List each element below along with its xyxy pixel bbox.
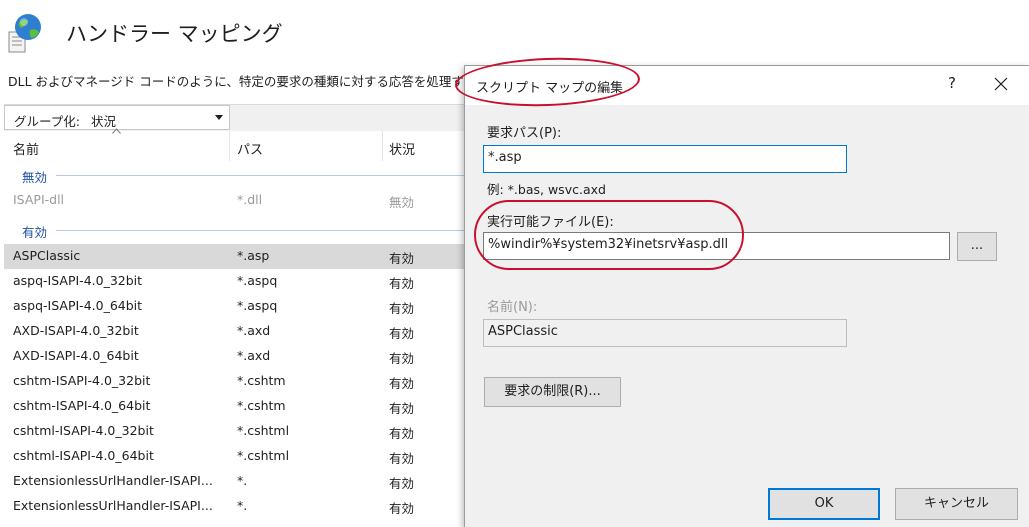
table-row[interactable]: aspq-ISAPI-4.0_32bit *.aspq 有効	[4, 269, 465, 294]
dialog-body: 要求パス(P): *.asp 例: *.bas, wsvc.axd 実行可能ファ…	[465, 105, 1029, 527]
cell-path: *.cshtm	[237, 398, 286, 413]
cell-path: *.aspq	[237, 273, 278, 288]
cell-path: *.asp	[237, 248, 270, 263]
cell-path: *.cshtml	[237, 423, 290, 438]
table-row[interactable]: cshtml-ISAPI-4.0_64bit *.cshtml 有効	[4, 444, 465, 469]
group-divider	[56, 175, 465, 176]
cell-path: *.cshtm	[237, 373, 286, 388]
cell-path: *.aspq	[237, 298, 278, 313]
cell-status: 有効	[389, 251, 415, 266]
cell-path: *.	[237, 473, 248, 488]
edit-script-map-dialog: スクリプト マップの編集 ? 要求パス(P): *.asp 例: *.bas, …	[464, 65, 1029, 527]
cell-path: *.axd	[237, 348, 271, 363]
cell-status: 有効	[389, 451, 415, 466]
table-row[interactable]: cshtm-ISAPI-4.0_64bit *.cshtm 有効	[4, 394, 465, 419]
request-restrictions-button[interactable]: 要求の制限(R)...	[484, 377, 621, 407]
handler-mappings-icon	[8, 14, 41, 53]
group-by-dropdown[interactable]: グループ化: 状況	[4, 105, 230, 130]
table-row[interactable]: ASPClassic *.asp 有効	[4, 244, 465, 269]
cell-name: cshtm-ISAPI-4.0_64bit	[13, 398, 151, 413]
cell-path: *.axd	[237, 323, 271, 338]
column-header-path[interactable]: パス	[230, 131, 382, 165]
ok-button[interactable]: OK	[768, 488, 880, 520]
cell-path: *.cshtml	[237, 448, 290, 463]
cell-status: 有効	[389, 351, 415, 366]
group-header-enabled[interactable]: 有効	[4, 219, 465, 241]
executable-input[interactable]: %windir%¥system32¥inetsrv¥asp.dll	[483, 232, 950, 260]
table-row[interactable]: AXD-ISAPI-4.0_64bit *.axd 有効	[4, 344, 465, 369]
help-button[interactable]: ?	[943, 74, 961, 92]
page-header: ハンドラー マッピング	[0, 0, 1029, 66]
close-icon[interactable]	[991, 74, 1011, 94]
cell-status: 有効	[389, 501, 415, 516]
cell-status: 有効	[389, 426, 415, 441]
group-header-disabled[interactable]: 無効	[4, 164, 465, 186]
column-header-status[interactable]: 状況	[383, 131, 465, 165]
page-title: ハンドラー マッピング	[66, 22, 283, 46]
cell-name: aspq-ISAPI-4.0_32bit	[13, 273, 143, 288]
table-row[interactable]: aspq-ISAPI-4.0_64bit *.aspq 有効	[4, 294, 465, 319]
cell-name: cshtm-ISAPI-4.0_32bit	[13, 373, 151, 388]
dialog-title: スクリプト マップの編集	[476, 81, 624, 96]
name-label: 名前(N):	[487, 300, 538, 315]
executable-label: 実行可能ファイル(E):	[487, 215, 614, 230]
name-input[interactable]: ASPClassic	[483, 319, 847, 347]
table-row[interactable]: ExtensionlessUrlHandler-ISAPI... *. 有効	[4, 469, 465, 494]
cancel-button[interactable]: キャンセル	[895, 488, 1018, 520]
table-row[interactable]: ExtensionlessUrlHandler-ISAPI... *. 有効	[4, 494, 465, 519]
dropdown-arrow-icon	[215, 115, 223, 120]
cell-name: aspq-ISAPI-4.0_64bit	[13, 298, 143, 313]
browse-button[interactable]: ...	[957, 232, 997, 261]
cell-name: AXD-ISAPI-4.0_64bit	[13, 348, 139, 363]
table-row[interactable]: ISAPI-dll *.dll 無効	[4, 188, 465, 213]
cell-status: 有効	[389, 301, 415, 316]
cell-name: AXD-ISAPI-4.0_32bit	[13, 323, 139, 338]
request-path-example: 例: *.bas, wsvc.axd	[487, 182, 606, 197]
cell-name: cshtml-ISAPI-4.0_64bit	[13, 448, 154, 463]
cell-status: 有効	[389, 326, 415, 341]
table-row[interactable]: cshtml-ISAPI-4.0_32bit *.cshtml 有効	[4, 419, 465, 444]
cell-status: 有効	[389, 376, 415, 391]
cell-path: *.	[237, 498, 248, 513]
table-row[interactable]: cshtm-ISAPI-4.0_32bit *.cshtm 有効	[4, 369, 465, 394]
column-header-name[interactable]: 名前	[4, 131, 230, 165]
cell-name: ExtensionlessUrlHandler-ISAPI...	[13, 473, 213, 488]
cell-name: ExtensionlessUrlHandler-ISAPI...	[13, 498, 213, 513]
cell-name: cshtml-ISAPI-4.0_32bit	[13, 423, 154, 438]
group-divider	[56, 230, 465, 231]
cell-name: ASPClassic	[13, 248, 81, 263]
request-path-input[interactable]: *.asp	[483, 145, 847, 173]
group-by-toolbar: グループ化: 状況	[4, 104, 465, 131]
request-path-label: 要求パス(P):	[487, 126, 562, 141]
cell-status: 有効	[389, 276, 415, 291]
table-row[interactable]: AXD-ISAPI-4.0_32bit *.axd 有効	[4, 319, 465, 344]
cell-status: 有効	[389, 401, 415, 416]
group-by-label: グループ化:	[14, 114, 80, 129]
cell-status: 有効	[389, 476, 415, 491]
page-description: DLL およびマネージド コードのように、特定の要求の種類に対する応答を処理す	[8, 74, 464, 89]
